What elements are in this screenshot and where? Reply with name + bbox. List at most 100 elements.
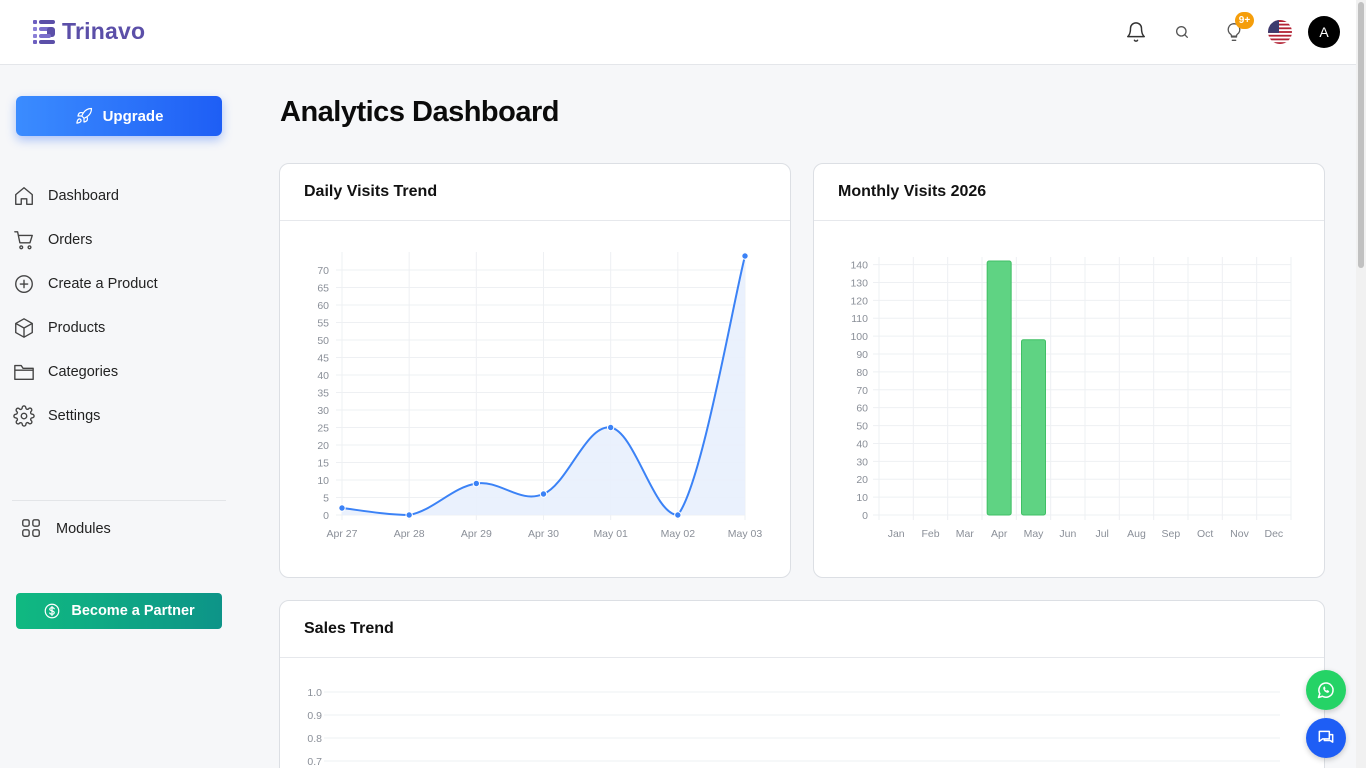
sidebar-item-categories[interactable]: Categories — [12, 350, 226, 394]
y-tick-label: 10 — [856, 492, 868, 504]
y-tick-label: 70 — [856, 385, 868, 397]
x-tick-label: Jun — [1059, 528, 1076, 540]
plus-circle-icon — [12, 272, 36, 296]
y-tick-label: 30 — [317, 405, 329, 417]
sidebar-item-label: Dashboard — [48, 188, 119, 204]
user-avatar[interactable]: A — [1308, 16, 1340, 48]
card-title: Monthly Visits 2026 — [838, 183, 987, 200]
bar — [1021, 339, 1046, 516]
y-tick-label: 120 — [850, 295, 868, 307]
y-tick-label: 55 — [317, 318, 329, 330]
y-tick-label: 10 — [317, 475, 329, 487]
monthly-visits-chart: 0 10 20 30 40 50 60 70 80 90 100 110 120 130 140 Jan Feb… — [850, 257, 1292, 540]
sidebar-item-label: Modules — [56, 521, 111, 537]
y-tick-label: 60 — [317, 300, 329, 312]
sidebar-item-label: Create a Product — [48, 276, 158, 292]
x-tick-label: Apr 29 — [461, 528, 492, 540]
y-tick-label: 0.7 — [307, 756, 322, 768]
sidebar-item-label: Orders — [48, 232, 93, 248]
x-tick-label: Apr — [991, 528, 1008, 540]
card-header: Monthly Visits 2026 — [814, 164, 1324, 221]
sidebar-item-settings[interactable]: Settings — [12, 394, 226, 438]
x-tick-label: Nov — [1230, 528, 1249, 540]
become-partner-button[interactable]: Become a Partner — [16, 593, 222, 629]
x-tick-label: Jan — [888, 528, 905, 540]
sales-trend-card: Sales Trend 1.0 0.9 0.8 0.7 — [279, 600, 1325, 768]
y-tick-label: 50 — [856, 421, 868, 433]
sidebar-item-orders[interactable]: Orders — [12, 218, 226, 262]
brand-logo[interactable]: Trinavo — [33, 18, 145, 45]
us-flag-icon[interactable] — [1268, 20, 1292, 44]
page-title: Analytics Dashboard — [280, 96, 559, 128]
x-tick-label: Oct — [1197, 528, 1213, 540]
x-tick-label: May 02 — [661, 528, 696, 540]
y-tick-label: 110 — [851, 313, 868, 325]
x-tick-label: Feb — [921, 528, 939, 540]
data-point — [472, 479, 481, 488]
y-tick-label: 60 — [856, 403, 868, 415]
data-point — [539, 490, 548, 498]
sidebar-item-label: Products — [48, 320, 106, 336]
x-tick-label: May 01 — [593, 528, 628, 540]
search-icon[interactable] — [1170, 20, 1194, 44]
daily-visits-chart: 0 5 10 15 20 25 30 35 40 45 50 55 60 65 70 Apr 27 Apr 28… — [317, 252, 763, 540]
scrollbar-thumb[interactable] — [1358, 2, 1364, 268]
card-title: Daily Visits Trend — [304, 183, 438, 200]
y-tick-label: 40 — [856, 438, 868, 450]
chat-button[interactable] — [1306, 718, 1346, 758]
y-tick-label: 70 — [317, 265, 329, 277]
folder-icon — [12, 360, 36, 384]
card-header: Sales Trend — [280, 601, 1324, 658]
sidebar-item-dashboard[interactable]: Dashboard — [12, 174, 226, 218]
sidebar-item-label: Settings — [48, 408, 101, 424]
y-tick-label: 100 — [850, 331, 868, 343]
dollar-circle-icon — [44, 603, 60, 619]
grid-icon — [20, 517, 44, 541]
y-tick-label: 0.9 — [307, 710, 322, 722]
whatsapp-button[interactable] — [1306, 670, 1346, 710]
x-tick-label: Sep — [1161, 528, 1180, 540]
y-tick-label: 90 — [856, 349, 868, 361]
y-tick-label: 45 — [317, 353, 329, 365]
sidebar-item-create-product[interactable]: Create a Product — [12, 262, 226, 306]
sidebar-item-modules[interactable]: Modules — [20, 507, 111, 551]
y-tick-label: 50 — [317, 335, 329, 347]
data-point — [405, 511, 413, 519]
y-tick-label: 15 — [317, 458, 329, 470]
sidebar-item-products[interactable]: Products — [12, 306, 226, 350]
whatsapp-icon — [1317, 682, 1334, 699]
y-tick-label: 0 — [862, 510, 868, 522]
data-point — [338, 504, 346, 512]
data-point — [674, 511, 682, 519]
cart-icon — [12, 228, 36, 252]
x-tick-label: Apr 30 — [528, 528, 559, 540]
sidebar-divider — [12, 500, 226, 501]
daily-visits-card: Daily Visits Trend 0 5 10 15 20 25 30 35 40 45 50 5… — [279, 163, 791, 578]
y-tick-label: 30 — [856, 456, 868, 468]
y-tick-label: 80 — [856, 367, 868, 379]
card-title: Sales Trend — [304, 620, 394, 637]
sales-trend-chart: 1.0 0.9 0.8 0.7 — [307, 687, 1280, 768]
chat-bubble-icon — [1318, 730, 1334, 743]
monthly-visits-card: Monthly Visits 2026 0 10 20 30 40 50 60 70 80 90 1… — [813, 163, 1325, 578]
logo-mark-icon — [33, 19, 55, 44]
y-tick-label: 0.8 — [307, 733, 322, 745]
top-header: Trinavo 9+ A — [0, 0, 1356, 65]
y-tick-label: 25 — [317, 423, 329, 435]
upgrade-button[interactable]: Upgrade — [16, 96, 222, 136]
y-tick-label: 5 — [323, 493, 329, 505]
y-tick-label: 130 — [850, 277, 868, 289]
sidebar-nav: Dashboard Orders Create a Product Produc… — [12, 174, 226, 438]
bell-icon[interactable] — [1124, 20, 1148, 44]
x-tick-label: Mar — [956, 528, 975, 540]
y-tick-label: 40 — [317, 370, 329, 382]
become-partner-label: Become a Partner — [71, 603, 195, 619]
home-icon — [12, 184, 36, 208]
x-tick-label: Aug — [1127, 528, 1146, 540]
y-tick-label: 20 — [856, 474, 868, 486]
x-tick-label: Apr 27 — [327, 528, 358, 540]
x-tick-label: May 03 — [728, 528, 763, 540]
y-tick-label: 20 — [317, 440, 329, 452]
upgrade-label: Upgrade — [102, 107, 164, 125]
page-scrollbar[interactable] — [1356, 0, 1366, 768]
